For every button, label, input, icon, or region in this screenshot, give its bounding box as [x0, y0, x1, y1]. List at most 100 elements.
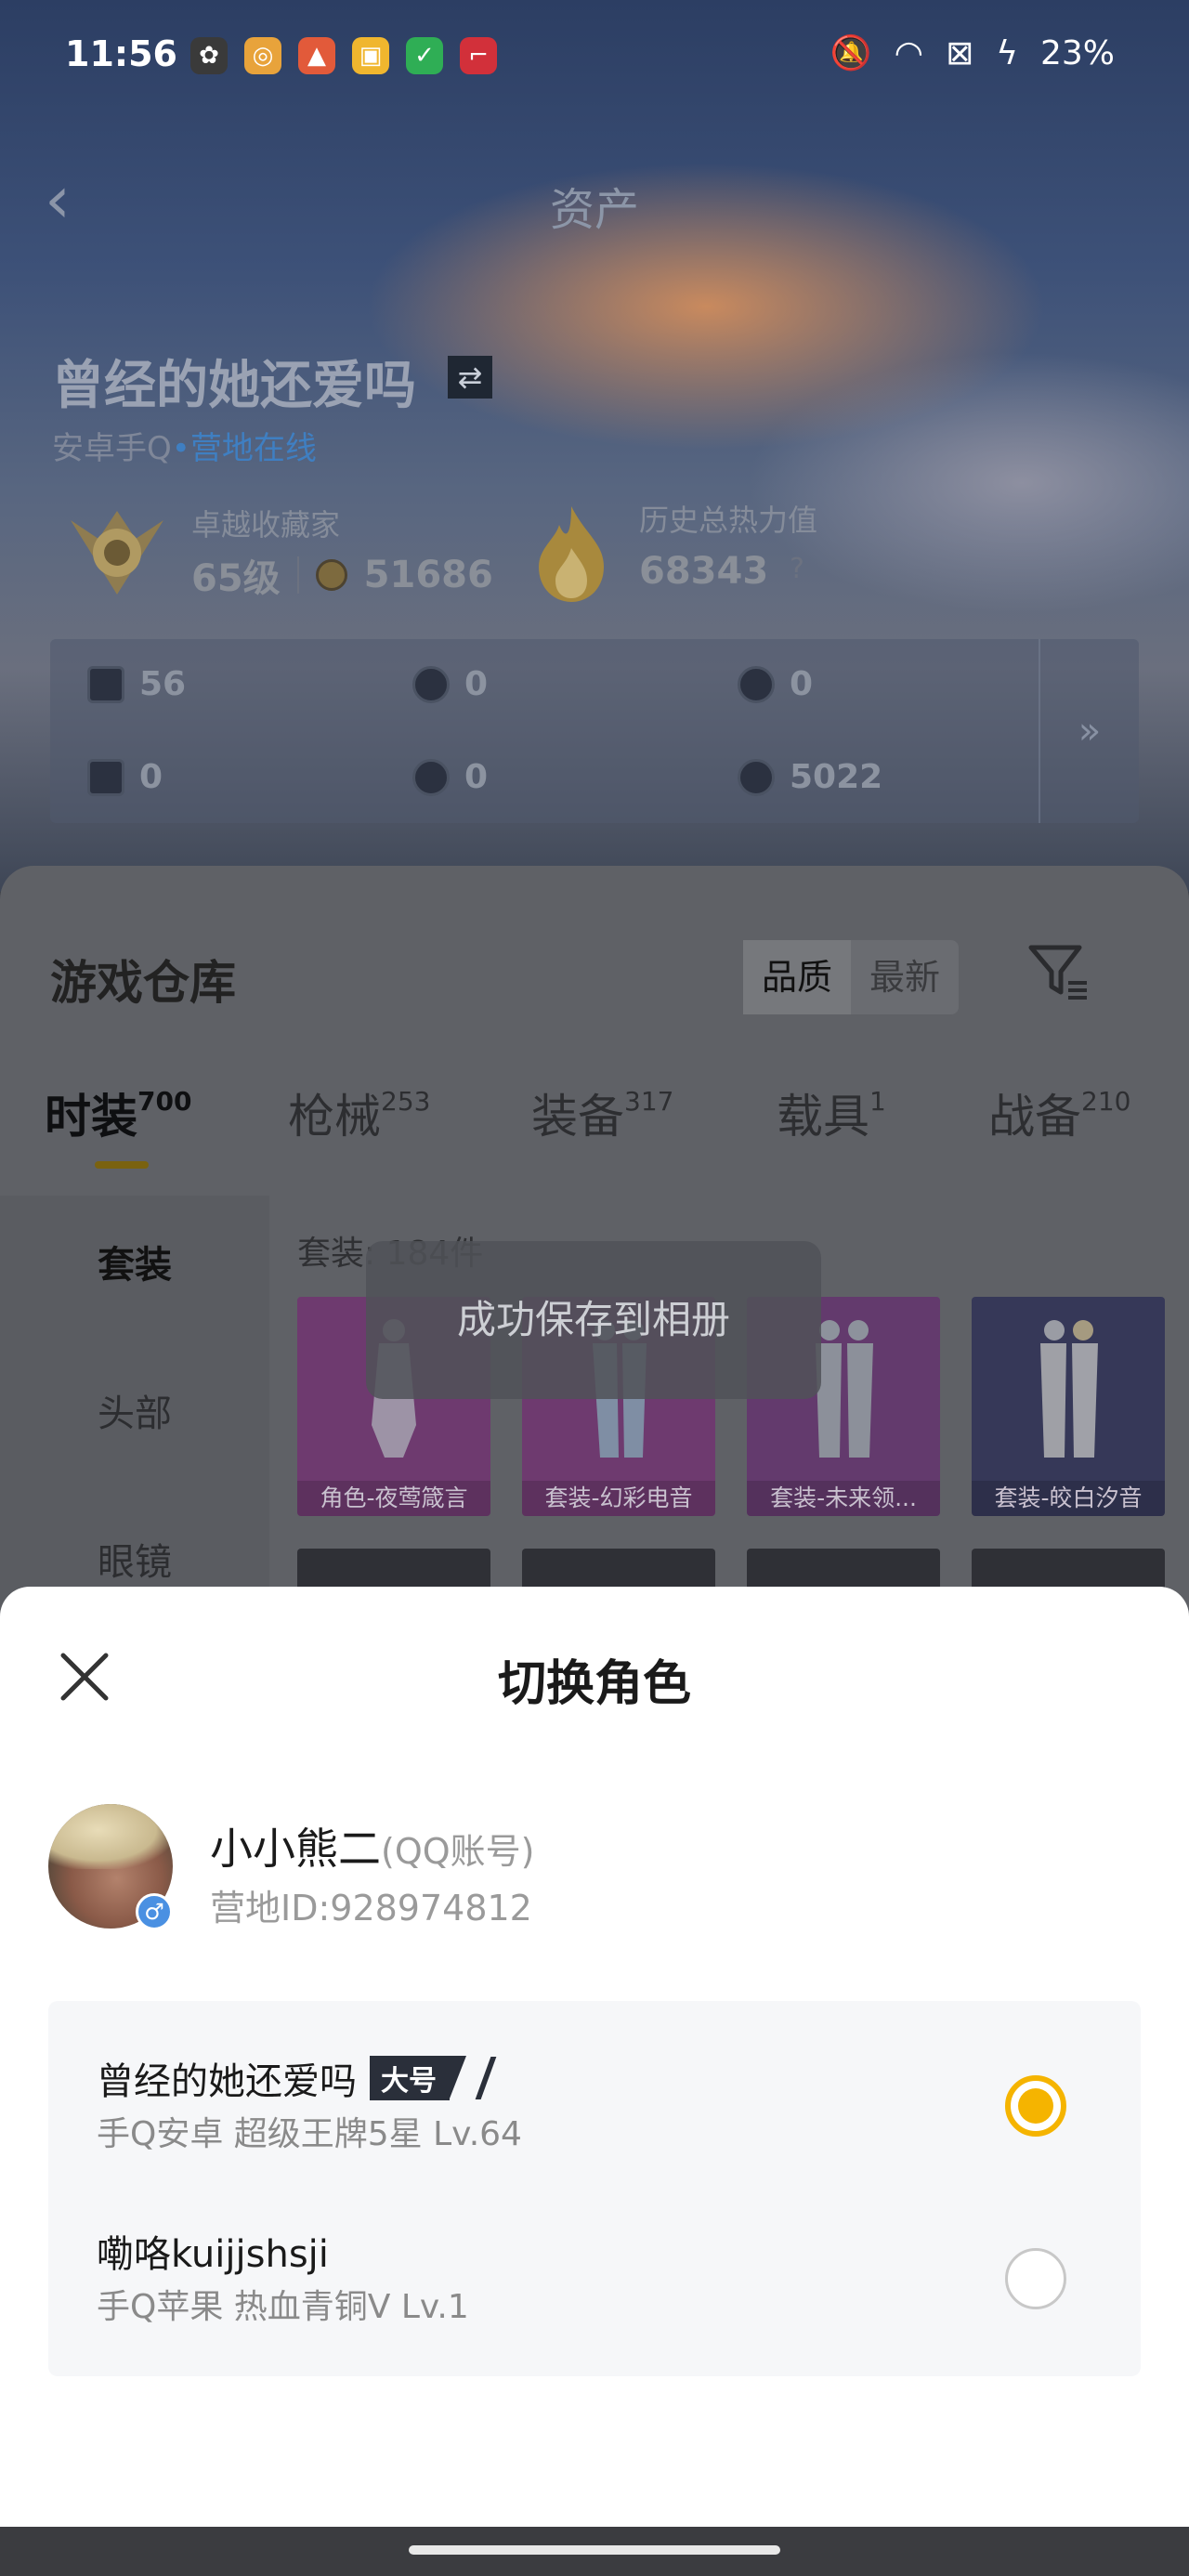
- user-name: 小小熊二: [210, 1824, 381, 1874]
- orb-icon: [412, 758, 450, 796]
- stat-value: 0: [464, 758, 489, 796]
- item-caption: 套装-皎白汐音: [972, 1481, 1165, 1516]
- stat-value: 0: [790, 665, 814, 703]
- camp-id: 营地ID:928974812: [210, 1888, 532, 1929]
- app-icon: ⌐: [460, 37, 497, 74]
- avatar-hair: [48, 1804, 173, 1869]
- role-list: 曾经的她还爱吗 大号 手Q安卓 超级王牌5星 Lv.64 嘞咯kuijjshsj…: [48, 2001, 1141, 2376]
- outfit-figure: [1040, 1320, 1098, 1458]
- role-option[interactable]: 嘞咯kuijjshsji 手Q苹果 热血青铜V Lv.1: [48, 2177, 1141, 2354]
- collector-medal-icon: [71, 511, 163, 595]
- role-description: 手Q苹果 热血青铜V Lv.1: [97, 2288, 469, 2326]
- sort-newest-button[interactable]: 最新: [851, 940, 959, 1014]
- card-icon: [87, 758, 124, 796]
- sort-quality-button[interactable]: 品质: [743, 940, 852, 1014]
- home-indicator[interactable]: [409, 2545, 780, 2555]
- coin-count: 51686: [363, 554, 493, 596]
- account-type: (QQ账号): [381, 1831, 535, 1872]
- tab-count: 1: [869, 1086, 886, 1117]
- role-name-line: 嘞咯kuijjshsji: [97, 2224, 329, 2278]
- sheet-title: 切换角色: [497, 1656, 691, 1712]
- flame-icon: [539, 506, 604, 602]
- wechat-icon: ✿: [190, 37, 228, 74]
- stat-value: 5022: [790, 758, 883, 796]
- tab-label: 载具: [777, 1090, 869, 1144]
- mute-icon: 🔕: [830, 34, 872, 72]
- divider: [296, 556, 299, 594]
- coin-icon: [738, 665, 775, 703]
- heat-value: 68343: [639, 550, 769, 593]
- stat-item: 5022: [738, 758, 882, 796]
- status-time: 11:56: [65, 33, 177, 74]
- app-icon: ◎: [244, 37, 281, 74]
- more-arrow-icon[interactable]: »: [1039, 639, 1139, 823]
- status-bar: 11:56 ✿ ◎ ▲ ▣ ✓ ⌐ 🔕 ◠ ⊠ ϟ 23%: [0, 0, 1189, 111]
- role-description: 手Q安卓 超级王牌5星 Lv.64: [97, 2115, 522, 2153]
- stat-item: 0: [87, 758, 163, 796]
- sidebar-item-head[interactable]: 头部: [0, 1383, 269, 1437]
- status-app-icons: ✿ ◎ ▲ ▣ ✓ ⌐: [190, 37, 497, 74]
- role-radio-unselected[interactable]: [1005, 2248, 1066, 2309]
- active-tab-indicator: [95, 1161, 149, 1169]
- tab-count: 317: [624, 1086, 674, 1117]
- stat-item: 56: [87, 665, 186, 703]
- main-account-badge: 大号: [370, 2056, 466, 2100]
- sidebar-item-glasses[interactable]: 眼镜: [0, 1532, 269, 1586]
- tab-label: 战备: [988, 1090, 1081, 1144]
- role-name: 曾经的她还爱吗: [97, 2060, 357, 2103]
- stat-value: 0: [139, 758, 163, 796]
- sidebar-item-suits[interactable]: 套装: [0, 1235, 269, 1288]
- role-name-line: 曾经的她还爱吗 大号: [97, 2051, 497, 2105]
- role-option[interactable]: 曾经的她还爱吗 大号 手Q安卓 超级王牌5星 Lv.64: [48, 2001, 1141, 2177]
- current-role-name: 曾经的她还爱吗: [52, 356, 416, 416]
- switch-role-icon[interactable]: ⇄: [448, 356, 492, 399]
- platform-status: 安卓手Q•营地在线: [52, 430, 317, 467]
- filter-icon[interactable]: [1026, 938, 1091, 1003]
- tab-weapons[interactable]: 枪械253: [288, 1079, 430, 1146]
- tab-gear[interactable]: 战备210: [988, 1079, 1130, 1146]
- tab-count: 210: [1081, 1086, 1131, 1117]
- coin-icon: [738, 758, 775, 796]
- rank-title: 卓越收藏家: [191, 507, 341, 543]
- top-navigation: ‹ 资产: [0, 158, 1189, 242]
- warehouse-title: 游戏仓库: [50, 956, 236, 1010]
- stat-item: 0: [738, 665, 813, 703]
- coin-icon: [315, 559, 347, 591]
- battery-percent: 23%: [1039, 33, 1115, 72]
- card-icon: [87, 665, 124, 703]
- shield-icon: ✓: [406, 37, 443, 74]
- role-name: 嘞咯kuijjshsji: [97, 2233, 329, 2276]
- tab-fashion[interactable]: 时装700: [45, 1079, 191, 1146]
- stat-item: 0: [412, 758, 488, 796]
- badge-slash: [475, 2057, 497, 2099]
- sim-off-icon: ⊠: [946, 33, 974, 72]
- toast-message: 成功保存到相册: [366, 1241, 821, 1399]
- rank-values: 65级 51686: [191, 548, 493, 602]
- tab-equipment[interactable]: 装备317: [531, 1079, 673, 1146]
- tab-label: 枪械: [288, 1090, 381, 1144]
- help-icon[interactable]: ?: [790, 553, 804, 585]
- app-icon: ▣: [352, 37, 389, 74]
- male-gender-icon: ♂: [136, 1893, 173, 1930]
- item-caption: 套装-幻彩电音: [522, 1481, 715, 1516]
- role-radio-selected[interactable]: [1005, 2075, 1066, 2137]
- wifi-icon: ◠: [894, 33, 924, 72]
- heat-title: 历史总热力值: [639, 503, 818, 538]
- stat-value: 0: [464, 665, 489, 703]
- platform-label: 安卓手Q: [52, 430, 172, 467]
- tab-label: 装备: [531, 1090, 624, 1144]
- item-card[interactable]: 套装-皎白汐音: [972, 1297, 1165, 1516]
- collector-level: 65级: [191, 557, 281, 600]
- stat-item: 0: [412, 665, 488, 703]
- stat-value: 56: [139, 665, 187, 703]
- page-title: 资产: [549, 184, 639, 236]
- tab-count: 253: [381, 1086, 431, 1117]
- status-indicators: 🔕 ◠ ⊠ ϟ 23%: [830, 33, 1115, 73]
- tab-label: 时装: [45, 1090, 137, 1144]
- category-tabs: 时装700 枪械253 装备317 载具1 战备210: [0, 1079, 1189, 1154]
- item-caption: 套装-未来领...: [747, 1481, 940, 1516]
- item-caption: 角色-夜莺箴言: [297, 1481, 490, 1516]
- coin-icon: [412, 665, 450, 703]
- user-name-line: 小小熊二(QQ账号): [210, 1815, 534, 1876]
- tab-vehicles[interactable]: 载具1: [777, 1079, 886, 1146]
